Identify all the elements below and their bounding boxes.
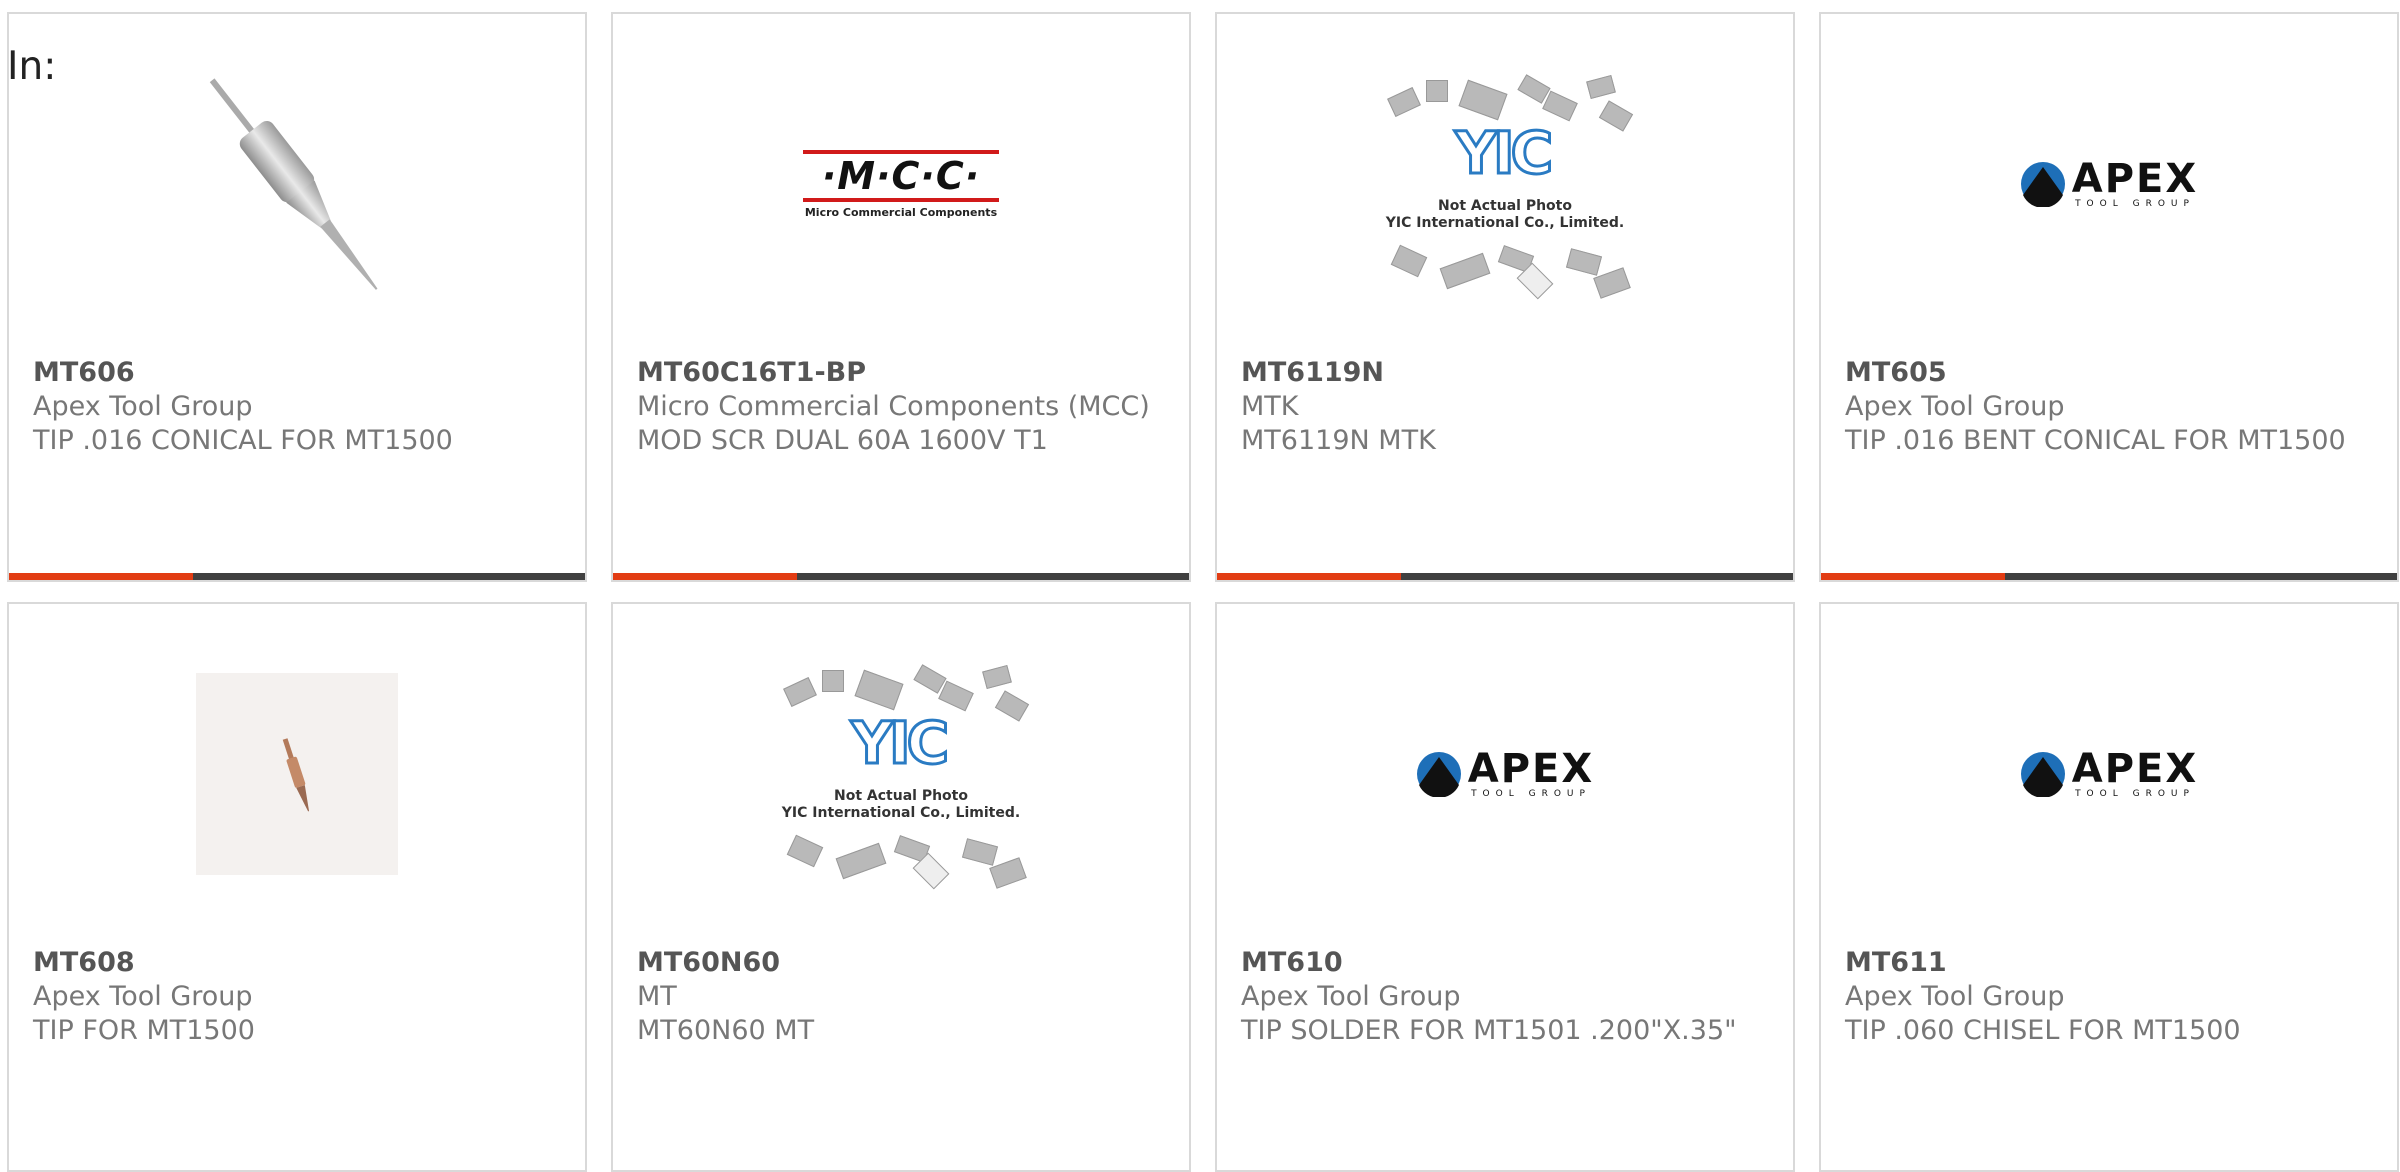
manufacturer: Apex Tool Group (1845, 391, 2065, 422)
description: TIP FOR MT1500 (33, 1015, 255, 1046)
card-bar (9, 573, 585, 580)
product-image: APEX TOOL GROUP (1217, 604, 1793, 944)
card-bar (613, 573, 1189, 580)
product-image (9, 14, 585, 354)
apex-logo: APEX TOOL GROUP (1416, 749, 1594, 799)
description: MT60N60 MT (637, 1015, 815, 1046)
part-number[interactable]: MT611 (1845, 946, 2373, 980)
soldering-tip-photo (209, 78, 378, 290)
mcc-logo: ·M·C·C· Micro Commercial Components (803, 149, 999, 219)
product-card[interactable]: APEX TOOL GROUP MT611 Apex Tool Group TI… (1819, 602, 2399, 1172)
part-number[interactable]: MT606 (33, 356, 561, 390)
product-image: YIC Not Actual Photo YIC International C… (1217, 14, 1793, 354)
product-image: APEX TOOL GROUP (1821, 604, 2397, 944)
product-card[interactable]: ·M·C·C· Micro Commercial Components MT60… (611, 12, 1191, 582)
product-card[interactable]: MT606 Apex Tool Group TIP .016 CONICAL F… (7, 12, 587, 582)
description: TIP .016 CONICAL FOR MT1500 (33, 425, 453, 456)
product-image: ·M·C·C· Micro Commercial Components (613, 14, 1189, 354)
product-image (9, 604, 585, 944)
apex-logo: APEX TOOL GROUP (2020, 749, 2198, 799)
apex-logo: APEX TOOL GROUP (2020, 159, 2198, 209)
manufacturer: Apex Tool Group (1845, 981, 2065, 1012)
product-grid: MT606 Apex Tool Group TIP .016 CONICAL F… (7, 12, 2399, 1172)
part-number[interactable]: MT608 (33, 946, 561, 980)
product-card[interactable]: YIC Not Actual Photo YIC International C… (1215, 12, 1795, 582)
description: TIP .060 CHISEL FOR MT1500 (1845, 1015, 2241, 1046)
description: MT6119N MTK (1241, 425, 1436, 456)
part-number[interactable]: MT610 (1241, 946, 1769, 980)
small-tip-photo (196, 673, 398, 875)
manufacturer: MT (637, 981, 677, 1012)
part-number[interactable]: MT60N60 (637, 946, 1165, 980)
product-card[interactable]: APEX TOOL GROUP MT610 Apex Tool Group TI… (1215, 602, 1795, 1172)
description: TIP SOLDER FOR MT1501 .200"X.35" (1241, 1015, 1737, 1046)
description: MOD SCR DUAL 60A 1600V T1 (637, 425, 1048, 456)
description: TIP .016 BENT CONICAL FOR MT1500 (1845, 425, 2346, 456)
yic-placeholder-image: YIC Not Actual Photo YIC International C… (766, 654, 1036, 894)
card-bar (1217, 573, 1793, 580)
filter-label: In: (7, 44, 57, 89)
manufacturer: Micro Commercial Components (MCC) (637, 391, 1150, 422)
product-card[interactable]: MT608 Apex Tool Group TIP FOR MT1500 (7, 602, 587, 1172)
part-number[interactable]: MT60C16T1-BP (637, 356, 1165, 390)
yic-placeholder-image: YIC Not Actual Photo YIC International C… (1370, 64, 1640, 304)
manufacturer: Apex Tool Group (33, 981, 253, 1012)
card-bar (1821, 573, 2397, 580)
part-number[interactable]: MT605 (1845, 356, 2373, 390)
manufacturer: Apex Tool Group (1241, 981, 1461, 1012)
product-card[interactable]: APEX TOOL GROUP MT605 Apex Tool Group TI… (1819, 12, 2399, 582)
product-card[interactable]: YIC Not Actual Photo YIC International C… (611, 602, 1191, 1172)
manufacturer: Apex Tool Group (33, 391, 253, 422)
product-image: YIC Not Actual Photo YIC International C… (613, 604, 1189, 944)
manufacturer: MTK (1241, 391, 1299, 422)
part-number[interactable]: MT6119N (1241, 356, 1769, 390)
product-image: APEX TOOL GROUP (1821, 14, 2397, 354)
